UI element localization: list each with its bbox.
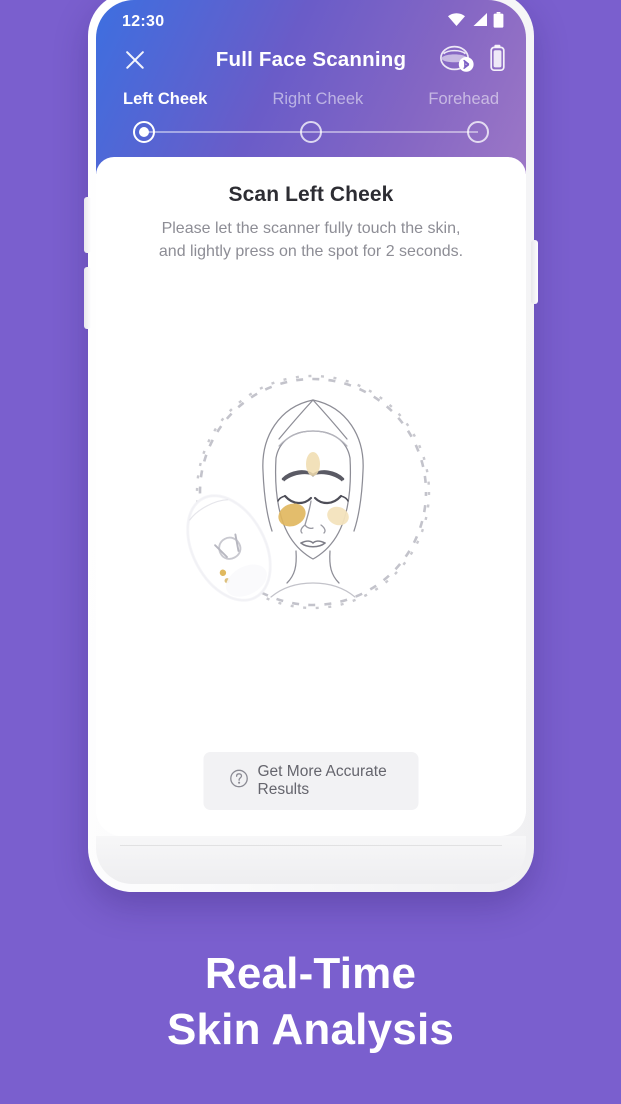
scan-progress-stepper xyxy=(133,120,489,144)
power-button[interactable] xyxy=(531,240,538,304)
step-forehead[interactable] xyxy=(467,121,489,143)
cellular-signal-icon xyxy=(471,12,488,32)
phone-screen: 12:30 Full Face Scanning Left Cheek Righ… xyxy=(96,0,526,836)
scan-content-card: Scan Left Cheek Please let the scanner f… xyxy=(96,157,526,836)
forehead-spot xyxy=(306,452,320,476)
phone-frame: 12:30 Full Face Scanning Left Cheek Righ… xyxy=(84,0,538,892)
closed-eyes xyxy=(283,494,343,505)
step-left-cheek[interactable] xyxy=(133,121,155,143)
tab-right-cheek[interactable]: Right Cheek xyxy=(272,90,363,109)
scanner-bluetooth-icon[interactable] xyxy=(439,43,475,78)
promo-text: Real-Time Skin Analysis xyxy=(0,946,621,1059)
home-indicator-area xyxy=(96,836,526,884)
scan-instruction-text: Please let the scanner fully touch the s… xyxy=(158,220,464,260)
step-right-cheek[interactable] xyxy=(300,121,322,143)
help-button-label: Get More Accurate Results xyxy=(257,763,387,798)
scan-step-title: Scan Left Cheek xyxy=(228,183,394,206)
get-more-accurate-results-button[interactable]: Get More Accurate Results xyxy=(203,752,419,810)
lips xyxy=(300,540,326,548)
volume-down-button[interactable] xyxy=(84,267,91,329)
app-header: 12:30 Full Face Scanning Left Cheek Righ… xyxy=(96,0,526,174)
status-bar-icons xyxy=(447,11,504,33)
device-battery-icon xyxy=(489,44,506,77)
volume-up-button[interactable] xyxy=(84,197,91,253)
question-mark-icon xyxy=(230,769,249,793)
tab-forehead[interactable]: Forehead xyxy=(428,90,499,109)
close-icon[interactable] xyxy=(118,43,152,77)
line-art-female-face-closed-eyes xyxy=(262,399,364,598)
header-nav-row: Full Face Scanning xyxy=(96,34,526,86)
promo-line-2: Skin Analysis xyxy=(166,1005,455,1055)
home-indicator-line xyxy=(120,845,502,846)
wifi-icon xyxy=(447,12,466,32)
face-scan-illustration xyxy=(161,353,461,643)
header-actions xyxy=(439,43,506,78)
promo-line-1: Real-Time xyxy=(204,949,417,998)
scan-area-tabs: Left Cheek Right Cheek Forehead xyxy=(96,86,526,109)
battery-icon xyxy=(493,11,504,33)
handheld-skin-scanner xyxy=(186,494,272,602)
status-bar-time: 12:30 xyxy=(122,13,165,30)
tab-left-cheek[interactable]: Left Cheek xyxy=(123,90,207,109)
status-bar: 12:30 xyxy=(96,0,526,34)
